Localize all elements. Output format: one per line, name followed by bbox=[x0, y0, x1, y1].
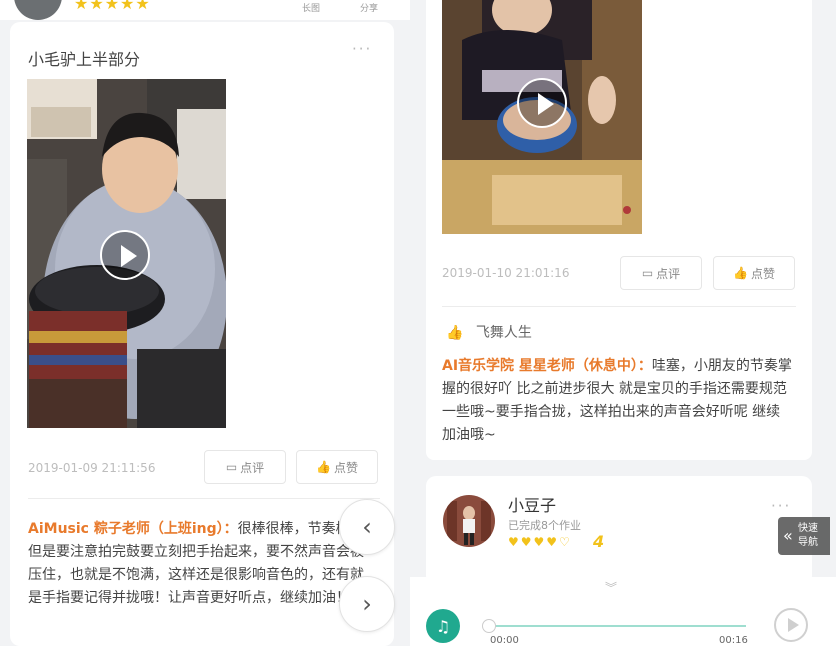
comment-button-label: 点评 bbox=[240, 460, 265, 475]
avatar[interactable] bbox=[14, 0, 62, 20]
double-chevron-left-icon: « bbox=[783, 526, 793, 545]
like-button[interactable]: 👍 点赞 bbox=[296, 450, 378, 484]
quick-nav-label-line2: 导航 bbox=[798, 537, 818, 548]
top-strip: ★★★★★ 长图 分享 bbox=[0, 0, 410, 20]
next-button[interactable]: › bbox=[339, 576, 395, 632]
right-pane: 2019-01-10 21:01:16 ▭ 点评 👍 点赞 👍 飞舞人生 AI音… bbox=[410, 0, 836, 646]
homework-count: 已完成8个作业 bbox=[508, 519, 581, 532]
user-name[interactable]: 小豆子 bbox=[508, 492, 556, 516]
chevron-left-icon: ‹ bbox=[362, 513, 372, 541]
thumbs-up-icon: 👍 bbox=[316, 460, 331, 474]
teacher-comment: AI音乐学院 星星老师（休息中）：哇塞，小朋友的节奏掌握的很好吖 比之前进步很大… bbox=[442, 355, 792, 447]
progress-track[interactable] bbox=[488, 625, 746, 627]
quick-nav-label-line1: 快速 bbox=[798, 523, 818, 534]
audio-player: ︾ ♫ 00:00 00:16 bbox=[410, 577, 836, 646]
like-button-label: 点赞 bbox=[750, 266, 775, 281]
share-button[interactable]: 分享 bbox=[360, 1, 378, 14]
teacher-comment: AiMusic 粽子老师（上班ing）：很棒很棒，节奏棒，但是要注意拍完鼓要立刻… bbox=[28, 518, 372, 610]
current-time: 00:00 bbox=[490, 635, 519, 646]
long-image-button[interactable]: 长图 bbox=[302, 1, 320, 14]
play-icon[interactable] bbox=[517, 78, 567, 128]
thumbs-up-icon: 👍 bbox=[446, 325, 464, 341]
more-icon[interactable]: ··· bbox=[352, 40, 372, 58]
divider bbox=[442, 306, 796, 307]
comment-author: AiMusic 粽子老师（上班ing）： bbox=[28, 521, 238, 537]
more-icon[interactable]: ··· bbox=[771, 497, 791, 515]
video-thumbnail[interactable] bbox=[442, 0, 642, 234]
avatar[interactable] bbox=[443, 495, 495, 547]
like-button[interactable]: 👍 点赞 bbox=[713, 256, 795, 290]
rating-stars: ♥♥♥♥♡ bbox=[508, 535, 572, 549]
avatar-image bbox=[443, 495, 495, 547]
post-timestamp: 2019-01-10 21:01:16 bbox=[442, 266, 570, 280]
rating-stars: ★★★★★ bbox=[74, 0, 151, 13]
comment-button[interactable]: ▭ 点评 bbox=[620, 256, 702, 290]
thumbs-up-icon: 👍 bbox=[733, 266, 748, 280]
music-note-icon: ♫ bbox=[435, 616, 451, 636]
chevron-right-icon: › bbox=[362, 590, 372, 618]
divider bbox=[28, 498, 380, 499]
collapse-icon[interactable]: ︾ bbox=[605, 579, 617, 596]
quick-nav-label: 快速 导航 bbox=[798, 522, 818, 550]
comment-button-label: 点评 bbox=[656, 266, 681, 281]
music-icon[interactable]: ♫ bbox=[426, 609, 460, 643]
comment-icon: ▭ bbox=[641, 266, 654, 280]
post-timestamp: 2019-01-09 21:11:56 bbox=[28, 461, 156, 475]
progress-knob[interactable] bbox=[482, 619, 496, 633]
card-title: 小毛驴上半部分 bbox=[28, 50, 141, 69]
like-button-label: 点赞 bbox=[333, 460, 358, 475]
likes-row: 👍 飞舞人生 bbox=[446, 322, 532, 342]
left-pane: ★★★★★ 长图 分享 小毛驴上半部分 ··· 2019-01-09 21:11… bbox=[0, 0, 410, 646]
prev-button[interactable]: ‹ bbox=[339, 499, 395, 555]
play-button[interactable] bbox=[774, 608, 808, 642]
comment-author: AI音乐学院 星星老师（休息中）： bbox=[442, 358, 652, 374]
play-icon[interactable] bbox=[100, 230, 150, 280]
comment-icon: ▭ bbox=[225, 460, 238, 474]
total-time: 00:16 bbox=[719, 635, 748, 646]
quick-nav-button[interactable]: « 快速 导航 bbox=[778, 517, 830, 555]
liker-name[interactable]: 飞舞人生 bbox=[476, 325, 532, 341]
comment-button[interactable]: ▭ 点评 bbox=[204, 450, 286, 484]
rating-score: 4 bbox=[593, 532, 605, 551]
video-thumbnail[interactable] bbox=[27, 79, 226, 428]
